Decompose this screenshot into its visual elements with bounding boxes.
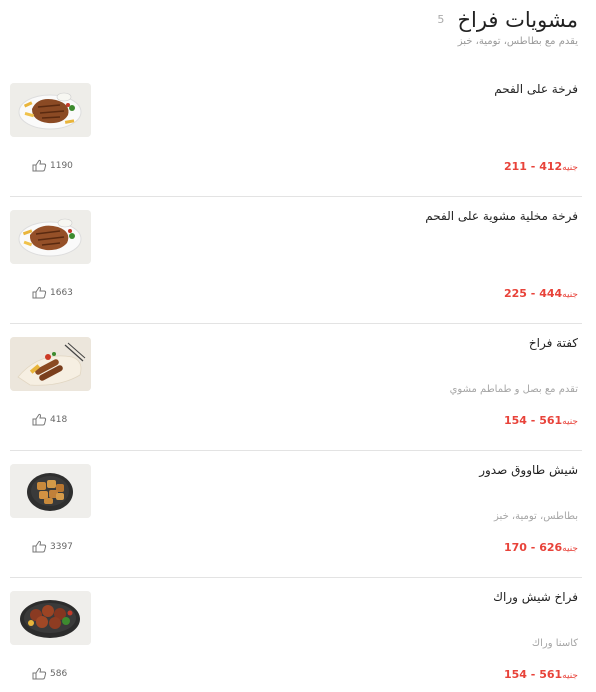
dish-image[interactable]	[10, 210, 91, 264]
like-count: 1190	[50, 160, 73, 171]
thumbs-up-icon	[32, 540, 47, 553]
currency-label: جنيه	[562, 417, 578, 427]
menu-item-list: فرخة على الفحم جنيه412 - 211 1190 فرخة م…	[10, 70, 582, 692]
currency-label: جنيه	[562, 544, 578, 554]
menu-item[interactable]: كفتة فراخ تقدم مع بصل و طماطم مشوي جنيه5…	[10, 324, 582, 451]
shish-thigh-plate-icon	[10, 591, 91, 645]
item-price: جنيه412 - 211	[504, 160, 578, 173]
like-count: 1663	[50, 287, 73, 298]
item-name: فرخة مخلية مشوية على الفحم	[425, 209, 578, 223]
dish-image[interactable]	[10, 83, 91, 137]
category-count: 5	[437, 13, 445, 26]
currency-label: جنيه	[562, 290, 578, 300]
menu-item[interactable]: شيش طاووق صدور بطاطس، تومية، خبز جنيه626…	[10, 451, 582, 578]
like-button[interactable]: 586	[32, 667, 67, 680]
item-price: جنيه561 - 154	[504, 414, 578, 427]
dish-image[interactable]	[10, 591, 91, 645]
menu-item[interactable]: فرخة مخلية مشوية على الفحم جنيه444 - 225…	[10, 197, 582, 324]
thumbs-up-icon	[32, 286, 47, 299]
shish-tawook-plate-icon	[10, 464, 91, 518]
item-name: كفتة فراخ	[528, 336, 578, 350]
grilled-chicken-plate-icon	[10, 83, 91, 137]
category-title: مشويات فراخ	[457, 8, 578, 32]
thumbs-up-icon	[32, 667, 47, 680]
like-button[interactable]: 3397	[32, 540, 73, 553]
thumbs-up-icon	[32, 413, 47, 426]
item-price: جنيه561 - 154	[504, 668, 578, 681]
item-price: جنيه626 - 170	[504, 541, 578, 554]
item-description: تقدم مع بصل و طماطم مشوي	[449, 384, 578, 395]
item-price: جنيه444 - 225	[504, 287, 578, 300]
thumbs-up-icon	[32, 159, 47, 172]
like-count: 586	[50, 668, 68, 679]
menu-item[interactable]: فراخ شيش وراك كاسنا وراك جنيه561 - 154 5…	[10, 578, 582, 692]
item-name: فراخ شيش وراك	[493, 590, 578, 604]
category-description: يقدم مع بطاطس، تومية، خبز	[457, 36, 578, 47]
currency-label: جنيه	[562, 163, 578, 173]
dish-image[interactable]	[10, 337, 91, 391]
like-button[interactable]: 418	[32, 413, 67, 426]
like-button[interactable]: 1663	[32, 286, 73, 299]
menu-item[interactable]: فرخة على الفحم جنيه412 - 211 1190	[10, 70, 582, 197]
like-count: 418	[50, 414, 68, 425]
item-description: كاسنا وراك	[531, 638, 578, 649]
like-button[interactable]: 1190	[32, 159, 73, 172]
grilled-chicken-plate-icon	[10, 210, 91, 264]
category-header: مشويات فراخ 5 يقدم مع بطاطس، تومية، خبز	[18, 8, 578, 58]
kofta-plate-icon	[10, 337, 91, 391]
item-name: فرخة على الفحم	[494, 82, 578, 96]
like-count: 3397	[50, 541, 73, 552]
currency-label: جنيه	[562, 671, 578, 681]
item-name: شيش طاووق صدور	[479, 463, 578, 477]
dish-image[interactable]	[10, 464, 91, 518]
item-description: بطاطس، تومية، خبز	[494, 511, 578, 522]
